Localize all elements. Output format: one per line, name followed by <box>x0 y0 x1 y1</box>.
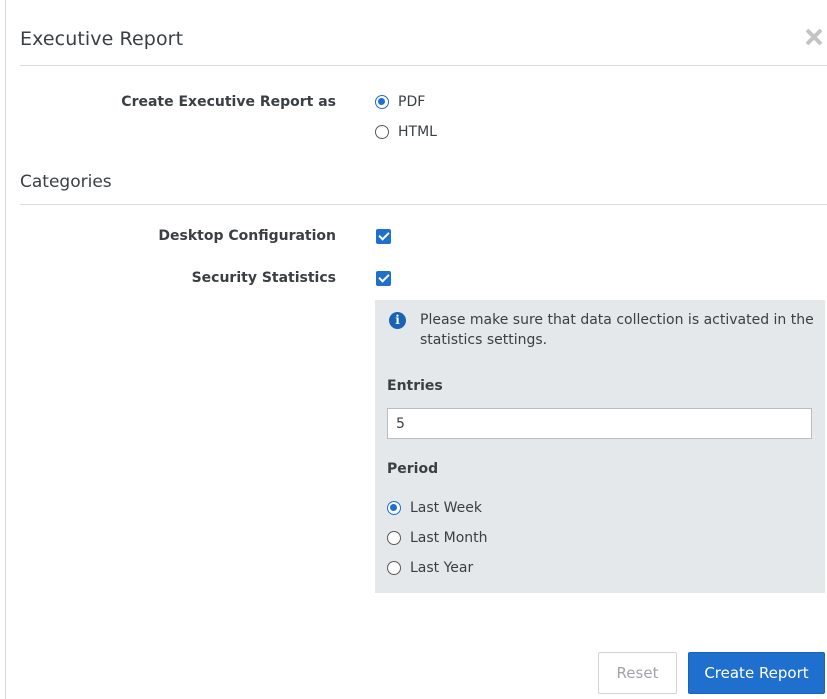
desktop-configuration-label: Desktop Configuration <box>158 228 336 244</box>
categories-divider <box>20 204 827 205</box>
data-collection-notice: Please make sure that data collection is… <box>420 312 814 348</box>
period-option-last-month-label: Last Month <box>410 530 488 546</box>
executive-report-dialog: Executive Report Create Executive Report… <box>6 0 827 699</box>
dialog-title: Executive Report <box>20 28 184 50</box>
reset-button[interactable]: Reset <box>598 652 677 694</box>
format-label: Create Executive Report as <box>121 94 336 110</box>
info-icon: i <box>389 312 406 329</box>
radio-pdf[interactable] <box>375 95 389 109</box>
format-option-html[interactable]: HTML <box>375 124 437 140</box>
radio-html[interactable] <box>375 125 389 139</box>
period-option-last-month[interactable]: Last Month <box>387 530 488 546</box>
security-statistics-checkbox[interactable] <box>376 271 391 286</box>
create-report-button[interactable]: Create Report <box>688 652 825 694</box>
radio-last-year[interactable] <box>387 561 401 575</box>
security-statistics-label: Security Statistics <box>191 270 336 286</box>
security-statistics-panel: i Please make sure that data collection … <box>375 300 825 593</box>
format-option-html-label: HTML <box>398 124 437 140</box>
entries-label: Entries <box>387 378 443 394</box>
period-option-last-week-label: Last Week <box>410 500 482 516</box>
desktop-configuration-checkbox[interactable] <box>376 229 391 244</box>
period-option-last-year-label: Last Year <box>410 560 474 576</box>
format-option-pdf-label: PDF <box>398 94 426 110</box>
entries-input[interactable] <box>387 408 812 439</box>
categories-heading: Categories <box>20 172 112 192</box>
format-option-pdf[interactable]: PDF <box>375 94 425 110</box>
close-icon[interactable] <box>803 26 825 48</box>
period-option-last-week[interactable]: Last Week <box>387 500 482 516</box>
radio-last-week[interactable] <box>387 501 401 515</box>
radio-last-month[interactable] <box>387 531 401 545</box>
period-label: Period <box>387 461 439 477</box>
period-option-last-year[interactable]: Last Year <box>387 560 473 576</box>
